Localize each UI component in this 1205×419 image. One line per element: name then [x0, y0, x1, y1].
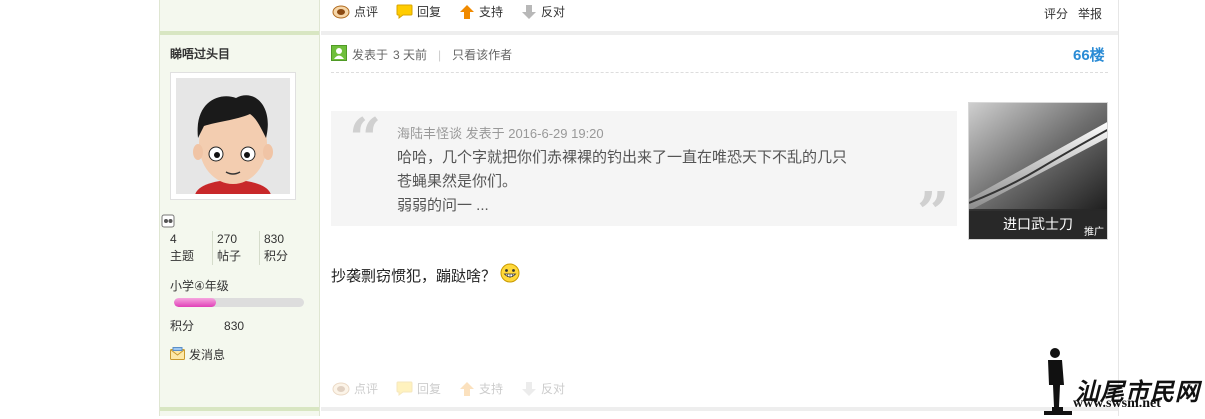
stat-posts-value: 270 [217, 232, 238, 246]
reply-label: 回复 [417, 5, 442, 19]
stat-threads[interactable]: 4 主题 [170, 231, 212, 265]
oppose-label: 反对 [541, 5, 566, 19]
oppose-button[interactable]: 反对 [521, 3, 565, 20]
reply-text: 抄袭剽窃惯犯，蹦跶啥？ [331, 267, 497, 285]
ad-banner[interactable]: 进口武士刀 推广 [968, 102, 1108, 240]
comment-button[interactable]: 点评 [332, 3, 378, 20]
reply-button[interactable]: 回复 [396, 3, 441, 20]
credits-value: 830 [224, 319, 245, 333]
support-button[interactable]: 支持 [459, 3, 503, 20]
arrow-down-icon [521, 381, 537, 397]
user-online-icon [331, 45, 347, 64]
watermark-url: www.swsm.net [1073, 396, 1161, 411]
only-author-link[interactable]: 只看该作者 [452, 46, 512, 63]
comment-label: 点评 [354, 382, 379, 396]
stat-credits[interactable]: 830 积分 [259, 231, 306, 265]
stat-credits-value: 830 [264, 232, 285, 246]
quote-body: 哈哈，几个字就把你们赤裸裸的钓出来了一直在唯恐天下不乱的几只 苍蝇果然是你们。 … [397, 146, 897, 218]
quote-open-icon: “ [349, 106, 382, 172]
send-message-label: 发消息 [189, 348, 226, 362]
quote-line: 弱弱的问一 ... [397, 197, 489, 214]
reply-label: 回复 [417, 382, 442, 396]
ad-tag: 推广 [1084, 227, 1104, 238]
comment-label: 点评 [354, 5, 379, 19]
author-sidebar: 睇唔过头目 4 主题 270 帖子 830 积分 小学④年级 积分 830 发消… [159, 0, 320, 416]
comment-icon [332, 382, 350, 396]
quote-close-icon: ” [917, 180, 950, 246]
arrow-down-icon [521, 4, 537, 20]
reply-bubble-icon [396, 4, 413, 19]
author-name[interactable]: 睇唔过头目 [170, 45, 230, 62]
stat-threads-value: 4 [170, 232, 177, 246]
sidebar-top-divider [160, 31, 319, 35]
avatar-image [176, 78, 290, 194]
support-label: 支持 [479, 5, 504, 19]
bottom-action-bar: 点评 回复 支持 反对 [332, 380, 565, 397]
arrow-up-icon [459, 381, 475, 397]
author-stats: 4 主题 270 帖子 830 积分 [170, 231, 306, 265]
level-progress-fill [174, 298, 216, 307]
avatar[interactable] [170, 72, 296, 200]
reply-button[interactable]: 回复 [396, 380, 441, 397]
send-message-button[interactable]: 发消息 [170, 346, 225, 363]
arrow-up-icon [459, 4, 475, 20]
post-separator [321, 31, 1118, 35]
level-progress-bar [174, 298, 304, 307]
floor-number[interactable]: 66楼 [1073, 44, 1105, 65]
comment-icon [332, 5, 350, 19]
user-level[interactable]: 小学④年级 [170, 277, 229, 294]
quote-line: 哈哈，几个字就把你们赤裸裸的钓出来了一直在唯恐天下不乱的几只 [397, 149, 848, 166]
post-content: 抄袭剽窃惯犯，蹦跶啥？ [331, 263, 520, 287]
sidebar-bottom-divider [160, 407, 319, 411]
oppose-label: 反对 [541, 382, 566, 396]
quote-line: 苍蝇果然是你们。 [397, 173, 518, 190]
header-dashed-divider [331, 72, 1108, 73]
oppose-button[interactable]: 反对 [521, 380, 565, 397]
quote-header: 海陆丰怪谈 发表于 2016-6-29 19:20 [397, 126, 604, 141]
reply-bubble-icon [396, 381, 413, 396]
report-link[interactable]: 举报 [1078, 5, 1102, 22]
posted-time: 3 天前 [393, 48, 428, 62]
message-icon [170, 346, 185, 363]
stat-posts-label: 帖子 [217, 249, 242, 263]
meta-divider: | [438, 47, 442, 62]
top-action-bar: 点评 回复 支持 反对 [332, 3, 565, 20]
credits-row: 积分 830 [170, 317, 244, 334]
comment-button[interactable]: 点评 [332, 380, 378, 397]
quote-block: “ 海陆丰怪谈 发表于 2016-6-29 19:20 哈哈，几个字就把你们赤裸… [331, 106, 957, 241]
rate-link[interactable]: 评分 [1044, 5, 1068, 22]
top-right-actions: 评分 举报 [1044, 5, 1102, 22]
katana-image [969, 103, 1107, 211]
posted-prefix: 发表于 [352, 48, 389, 62]
credits-label: 积分 [170, 319, 195, 333]
stat-credits-label: 积分 [264, 249, 289, 263]
support-button[interactable]: 支持 [459, 380, 503, 397]
stat-posts[interactable]: 270 帖子 [212, 231, 259, 265]
online-status-icon [161, 214, 175, 228]
stat-threads-label: 主题 [170, 249, 195, 263]
post-bottom-separator [321, 407, 1118, 411]
support-label: 支持 [479, 382, 504, 396]
post-meta: 发表于 3 天前 | 只看该作者 [331, 45, 512, 64]
grin-emoji-icon [500, 263, 520, 287]
